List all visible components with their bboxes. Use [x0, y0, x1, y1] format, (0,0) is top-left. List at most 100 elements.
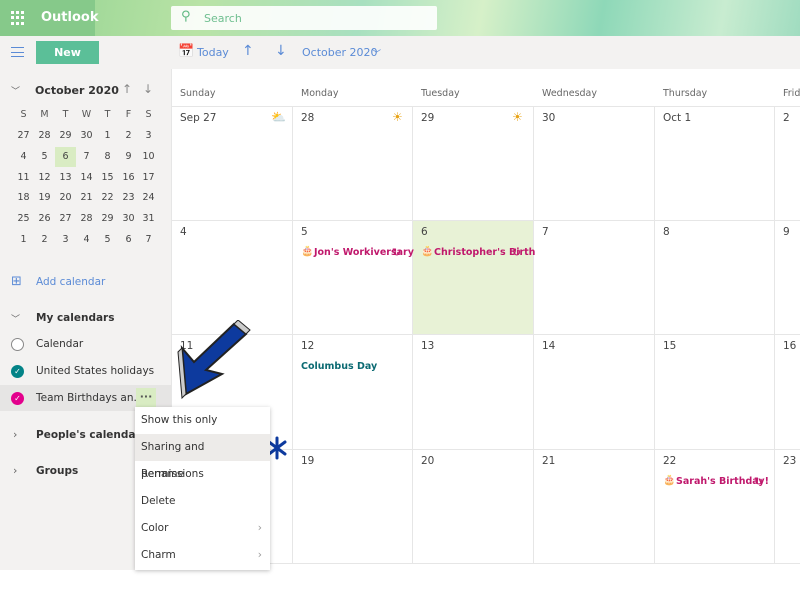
mini-calendar-day[interactable]: 18 — [13, 192, 34, 212]
day-cell-number[interactable]: 6 — [421, 226, 428, 238]
day-cell-number[interactable]: 20 — [421, 455, 434, 467]
day-cell-number[interactable]: Sep 27 — [180, 112, 217, 124]
mini-calendar-day[interactable]: 22 — [97, 192, 118, 212]
chevron-down-icon[interactable]: ﹀ — [11, 312, 20, 325]
day-cell-number[interactable]: 30 — [542, 112, 555, 124]
day-cell-number[interactable]: 13 — [421, 340, 434, 352]
search-input[interactable]: ⚲ Search — [171, 6, 437, 30]
mini-calendar-day[interactable]: 26 — [34, 213, 55, 233]
next-arrow-icon[interactable]: ↓ — [275, 43, 287, 59]
context-menu-item[interactable]: Charm › — [135, 542, 270, 569]
day-cell-number[interactable]: 21 — [542, 455, 555, 467]
holiday-event[interactable]: Columbus Day — [301, 361, 377, 372]
day-cell-number[interactable]: 14 — [542, 340, 555, 352]
mini-calendar-day[interactable]: 31 — [138, 213, 159, 233]
checked-circle-icon[interactable]: ✓ — [11, 365, 24, 378]
context-menu-item[interactable]: Color › — [135, 515, 270, 542]
mini-calendar-day[interactable]: 1 — [13, 234, 34, 254]
unchecked-circle-icon[interactable] — [11, 338, 24, 351]
mini-calendar-day[interactable]: 20 — [55, 192, 76, 212]
mini-calendar-day[interactable]: 27 — [13, 130, 34, 150]
groups-heading[interactable]: Groups — [36, 465, 78, 477]
day-cell-number[interactable]: 8 — [663, 226, 670, 238]
day-header: Wednesday — [542, 88, 598, 99]
day-cell-number[interactable]: Oct 1 — [663, 112, 691, 124]
context-menu-item[interactable]: Rename — [135, 461, 270, 488]
mini-calendar-day[interactable]: 15 — [97, 172, 118, 192]
day-cell-number[interactable]: 23 — [783, 455, 796, 467]
mini-calendar-day[interactable]: 3 — [138, 130, 159, 150]
mini-calendar-day[interactable]: 5 — [34, 151, 55, 171]
today-button[interactable]: Today — [197, 46, 229, 59]
context-menu-item[interactable]: Delete — [135, 488, 270, 515]
mini-calendar-day[interactable]: 9 — [118, 151, 139, 171]
peoples-calendars-heading[interactable]: People's calendars — [36, 429, 147, 441]
day-cell-number[interactable]: 28 — [301, 112, 314, 124]
day-cell-number[interactable]: 4 — [180, 226, 187, 238]
mini-calendar-day[interactable]: 2 — [34, 234, 55, 254]
mini-calendar-day[interactable]: 12 — [34, 172, 55, 192]
app-launcher-icon[interactable] — [11, 11, 25, 25]
mini-calendar-day[interactable]: 30 — [76, 130, 97, 150]
chevron-right-icon[interactable]: › — [13, 464, 17, 477]
mini-calendar-day[interactable]: 7 — [76, 151, 97, 171]
mini-calendar-day[interactable]: 11 — [13, 172, 34, 192]
mini-calendar-day[interactable]: 14 — [76, 172, 97, 192]
mini-calendar-day[interactable]: 13 — [55, 172, 76, 192]
month-picker[interactable]: October 2020 — [302, 46, 378, 59]
mini-calendar-day[interactable]: 16 — [118, 172, 139, 192]
mini-calendar-day[interactable]: 28 — [34, 130, 55, 150]
mini-calendar-day[interactable]: 10 — [138, 151, 159, 171]
more-options-button[interactable]: ··· — [136, 388, 156, 408]
day-cell-number[interactable]: 22 — [663, 455, 676, 467]
mini-calendar-day[interactable]: 29 — [97, 213, 118, 233]
mini-calendar-day[interactable]: 17 — [138, 172, 159, 192]
mini-calendar-day[interactable]: 30 — [118, 213, 139, 233]
day-cell-number[interactable]: 19 — [301, 455, 314, 467]
mini-calendar-day[interactable]: 6 — [55, 146, 76, 167]
my-calendars-heading[interactable]: My calendars — [36, 312, 114, 324]
mini-calendar-day[interactable]: 3 — [55, 234, 76, 254]
calendar-list-item[interactable]: United States holidays — [36, 365, 154, 377]
day-cell-number[interactable]: 12 — [301, 340, 314, 352]
collapse-chevron-icon[interactable]: ﹀ — [11, 84, 20, 97]
recurring-icon: ↻ — [754, 475, 764, 488]
mini-calendar-day[interactable]: 28 — [76, 213, 97, 233]
mini-calendar-day[interactable]: 19 — [34, 192, 55, 212]
checked-circle-icon[interactable]: ✓ — [11, 392, 24, 405]
context-menu-item[interactable]: Sharing and permissions — [135, 434, 270, 480]
calendar-list-item[interactable]: Calendar — [36, 338, 83, 350]
mini-calendar-day[interactable]: 4 — [76, 234, 97, 254]
mini-calendar-day[interactable]: 27 — [55, 213, 76, 233]
day-cell-number[interactable]: 2 — [783, 112, 790, 124]
chevron-right-icon[interactable]: › — [13, 428, 17, 441]
previous-arrow-icon[interactable]: ↑ — [242, 43, 254, 59]
mini-calendar-day[interactable]: 7 — [138, 234, 159, 254]
chevron-right-icon: › — [257, 522, 262, 534]
mini-calendar-day[interactable]: 1 — [97, 130, 118, 150]
mini-calendar-day[interactable]: 2 — [118, 130, 139, 150]
new-event-button[interactable]: New event — [36, 41, 99, 82]
context-menu-item[interactable]: Show this only — [135, 407, 270, 434]
day-cell-number[interactable]: 15 — [663, 340, 676, 352]
mini-calendar-day[interactable]: 6 — [118, 234, 139, 254]
calendar-list-item[interactable]: Team Birthdays an... — [36, 392, 144, 404]
mini-calendar-day[interactable]: 23 — [118, 192, 139, 212]
day-cell-number[interactable]: 29 — [421, 112, 434, 124]
day-cell-number[interactable]: 9 — [783, 226, 790, 238]
add-calendar-link[interactable]: Add calendar — [36, 276, 105, 288]
day-cell-number[interactable]: 16 — [783, 340, 796, 352]
mini-next-arrow-icon[interactable]: ↓ — [143, 82, 153, 96]
mini-calendar-day[interactable]: 24 — [138, 192, 159, 212]
day-cell-number[interactable]: 5 — [301, 226, 308, 238]
mini-day-name: T — [104, 109, 111, 120]
mini-calendar-day[interactable]: 8 — [97, 151, 118, 171]
mini-calendar-day[interactable]: 21 — [76, 192, 97, 212]
mini-calendar-day[interactable]: 25 — [13, 213, 34, 233]
chevron-down-icon[interactable]: ﹀ — [372, 47, 381, 60]
mini-calendar-day[interactable]: 5 — [97, 234, 118, 254]
mini-prev-arrow-icon[interactable]: ↑ — [122, 82, 132, 96]
hamburger-menu-icon[interactable] — [11, 47, 24, 57]
mini-calendar-day[interactable]: 4 — [13, 151, 34, 171]
day-cell-number[interactable]: 7 — [542, 226, 549, 238]
